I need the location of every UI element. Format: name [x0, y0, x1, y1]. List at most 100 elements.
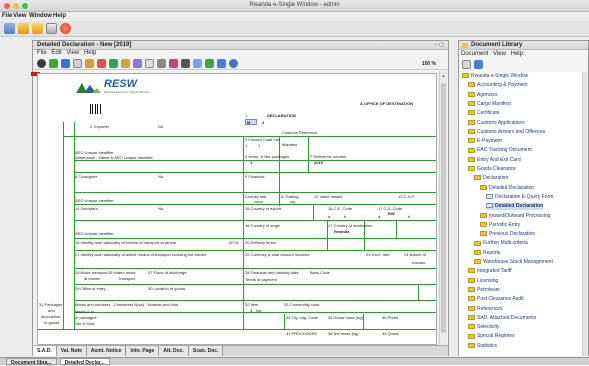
- menu-document[interactable]: Document: [461, 51, 488, 57]
- help-icon[interactable]: [229, 59, 238, 68]
- tree-item[interactable]: Inward/Outward Processing: [480, 213, 550, 220]
- zoom-level[interactable]: 100 %: [422, 61, 436, 67]
- transport-label: Transport: [118, 276, 135, 281]
- tree-item[interactable]: Detailed Declaration: [486, 203, 544, 211]
- refresh-icon[interactable]: [18, 23, 29, 34]
- copy-icon[interactable]: [121, 59, 130, 68]
- tree-item[interactable]: Reports: [474, 250, 501, 257]
- grid-icon[interactable]: [181, 59, 190, 68]
- folder-icon: [468, 333, 475, 339]
- menu-help[interactable]: Help: [84, 50, 96, 56]
- menu-help[interactable]: Help: [511, 51, 523, 57]
- scrollbar-thumb[interactable]: [441, 83, 446, 333]
- tree-item-label: Previous Declaration: [489, 231, 536, 238]
- tree-item[interactable]: Rwanda e-Single Window: [462, 73, 528, 80]
- tree-item[interactable]: Previous Declaration: [480, 231, 535, 238]
- tree-item[interactable]: SAD, Attached Documents: [468, 315, 536, 322]
- reference-number-label: 7 Reference number: [310, 154, 347, 159]
- declaration-model-field[interactable]: M: [245, 119, 257, 125]
- stop-icon[interactable]: [60, 23, 71, 34]
- scroll-up-icon[interactable]: ▲: [440, 73, 447, 79]
- tree-item-label: Integrated Tariff: [477, 268, 512, 275]
- library-titlebar: Document Library: [459, 41, 588, 50]
- menu-view[interactable]: View: [13, 13, 27, 19]
- satellite-icon[interactable]: [4, 23, 15, 34]
- menu-window[interactable]: Window: [29, 13, 52, 19]
- library-scrollbar[interactable]: [582, 72, 588, 356]
- country-dest-label: 17 Country of destination: [328, 223, 373, 228]
- tree-item[interactable]: Integrated Tariff: [468, 268, 512, 275]
- taskbar-detailed-declaration[interactable]: Detailed Declar...: [59, 358, 110, 366]
- menu-file[interactable]: File: [37, 50, 47, 56]
- tab-att-doc[interactable]: Att. Doc.: [159, 346, 189, 356]
- consignee-label: 8 Consignee: [75, 174, 98, 179]
- key-icon[interactable]: [217, 59, 226, 68]
- tree-item[interactable]: Post Clearance Audit: [468, 296, 524, 303]
- tree-item[interactable]: Declaration: [474, 175, 508, 182]
- form-tabs: S.A.D. Val. Note Asmt. Notice Info. Page…: [33, 345, 448, 356]
- view-icon[interactable]: [37, 59, 46, 68]
- tree-item[interactable]: Accounting & Payment: [468, 82, 528, 89]
- menu-file[interactable]: File: [2, 13, 12, 19]
- tree-item-label: Rwanda e-Single Window: [471, 73, 529, 79]
- tree-item[interactable]: Detailed Declaration: [480, 185, 534, 192]
- tree-item[interactable]: Selectivity: [468, 324, 500, 331]
- window-controls-icon[interactable]: ▫▫ ▢: [434, 42, 444, 48]
- folder-icon[interactable]: [32, 23, 43, 34]
- document-icon[interactable]: [145, 59, 154, 68]
- tree-item[interactable]: Cargo Manifest: [468, 101, 511, 108]
- new-document-icon[interactable]: [462, 60, 471, 69]
- menu-help[interactable]: Help: [53, 13, 66, 19]
- attach-icon[interactable]: [85, 59, 94, 68]
- tree-item-label: Detailed Declaration: [489, 184, 535, 191]
- tree-item[interactable]: Goods Clearance: [468, 166, 516, 173]
- stack-icon[interactable]: [193, 59, 202, 68]
- menu-edit[interactable]: Edit: [51, 50, 61, 56]
- print-icon[interactable]: [97, 59, 106, 68]
- calculator-icon[interactable]: [157, 59, 166, 68]
- tools-icon[interactable]: [133, 59, 142, 68]
- forward-icon[interactable]: [205, 59, 214, 68]
- tree-item[interactable]: Entry And Exit Card: [468, 157, 521, 164]
- menu-view[interactable]: View: [493, 51, 506, 57]
- tree-item[interactable]: Periodic Entry: [480, 222, 520, 229]
- tree-item[interactable]: Customs Applications: [468, 120, 525, 127]
- tree-item-label: Reports: [483, 249, 501, 256]
- key-icon[interactable]: [474, 60, 483, 69]
- tab-sad[interactable]: S.A.D.: [33, 346, 57, 356]
- bank-code-label: Bank Code: [310, 270, 330, 275]
- check-icon[interactable]: [49, 59, 58, 68]
- folder-icon: [468, 110, 475, 116]
- tree-item[interactable]: Declaration E-Query Form: [486, 194, 553, 201]
- item-label: 32 Item: [245, 302, 259, 307]
- folder-icon: [468, 296, 475, 302]
- tree-item[interactable]: Petroleum: [468, 287, 500, 294]
- tree-item[interactable]: Customs Arrears and Offences: [468, 129, 545, 136]
- export-icon[interactable]: [109, 59, 118, 68]
- tree-item[interactable]: Further Multi-criteria: [474, 240, 528, 247]
- mail-icon[interactable]: [46, 23, 57, 34]
- tab-asmt-notice[interactable]: Asmt. Notice: [86, 346, 127, 356]
- tab-val-note[interactable]: Val. Note: [56, 346, 87, 356]
- tree-item-label: Detailed Declaration: [495, 203, 544, 210]
- tree-item[interactable]: E-Payment: [468, 138, 502, 145]
- form-scrollbar[interactable]: ▲: [439, 71, 447, 346]
- tree-item[interactable]: Warehouse Stock Management: [474, 259, 553, 266]
- tab-scan-doc[interactable]: Scan. Doc.: [188, 346, 224, 356]
- taskbar-document-library[interactable]: Document libra...: [6, 358, 57, 366]
- country-dest-value: Rwanda: [334, 229, 350, 234]
- verify-icon[interactable]: [61, 59, 70, 68]
- menu-view[interactable]: View: [66, 50, 79, 56]
- tab-info-page[interactable]: Info. Page: [126, 346, 160, 356]
- tree-item[interactable]: Special Regimes: [468, 333, 515, 340]
- assessment-icon[interactable]: [169, 59, 178, 68]
- commodity-code-label: 33 Commodity code: [284, 302, 320, 307]
- tree-item[interactable]: Statistics: [468, 343, 497, 350]
- tree-item[interactable]: Licensing: [468, 278, 498, 285]
- tree-item-label: Goods Clearance: [477, 166, 516, 172]
- save-icon[interactable]: [73, 59, 82, 68]
- tree-item[interactable]: References: [468, 306, 503, 313]
- tree-item[interactable]: Certificate: [468, 110, 500, 117]
- tree-item[interactable]: EAC Tracking Document: [468, 147, 532, 154]
- tree-item[interactable]: Agencies: [468, 92, 498, 99]
